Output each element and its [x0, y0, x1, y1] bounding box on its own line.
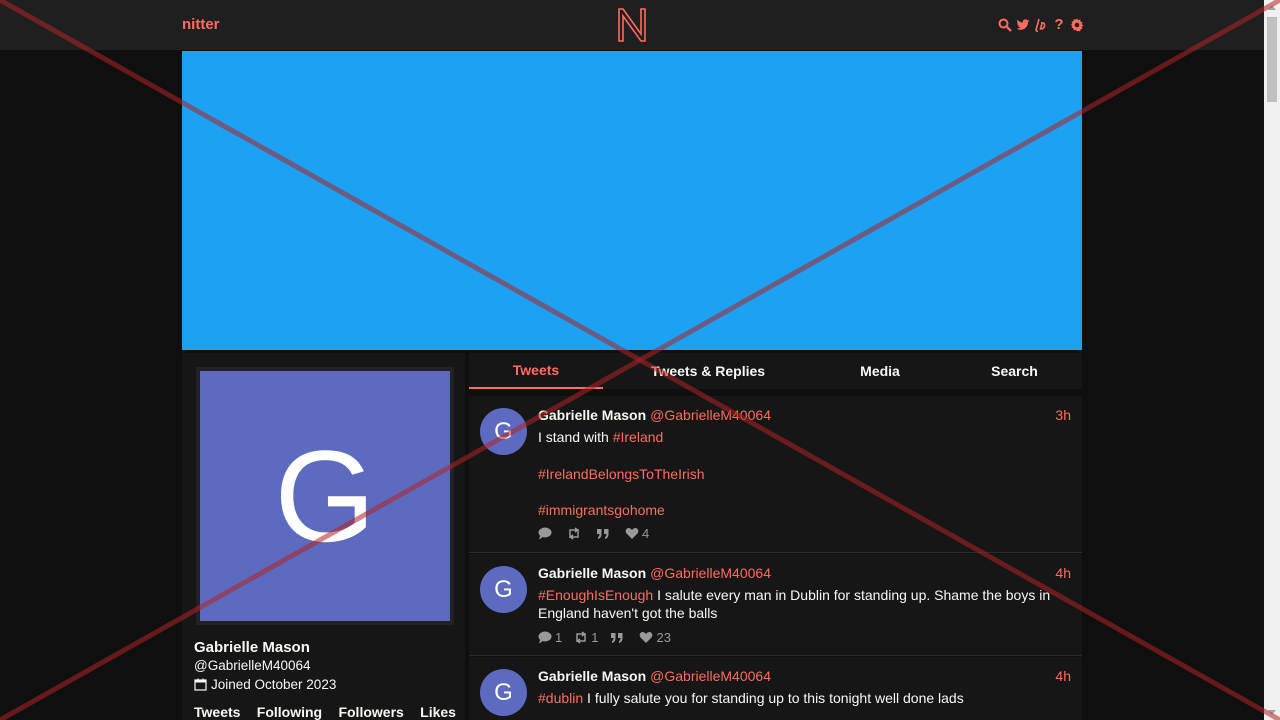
reply-stat[interactable]	[538, 527, 555, 540]
tweet-header: Gabrielle Mason @GabrielleM40064	[538, 668, 771, 684]
tweet-avatar[interactable]: G	[480, 669, 527, 716]
tweet-text: I fully salute you for standing up to th…	[583, 690, 964, 706]
scroll-down-arrow[interactable]	[1268, 710, 1276, 715]
tweet-avatar[interactable]: G	[480, 566, 527, 613]
tweet-body: #dublin I fully salute you for standing …	[538, 689, 1068, 707]
tweet-header: Gabrielle Mason @GabrielleM40064	[538, 565, 771, 581]
stat-tweets[interactable]: Tweets	[194, 704, 240, 720]
tweet-body: I stand with #Ireland #IrelandBelongsToT…	[538, 428, 1068, 519]
heart-icon	[640, 632, 653, 643]
profile-card: G Gabrielle Mason @GabrielleM40064 Joine…	[182, 353, 465, 720]
tab-search[interactable]: Search	[947, 353, 1082, 389]
tweet-author-handle[interactable]: @GabrielleM40064	[650, 407, 771, 423]
retweet-icon	[576, 631, 586, 644]
tweet-author-name[interactable]: Gabrielle Mason	[538, 407, 646, 423]
tweet-time[interactable]: 4h	[1055, 565, 1071, 581]
tweet-time[interactable]: 4h	[1055, 668, 1071, 684]
tweet-author-handle[interactable]: @GabrielleM40064	[650, 668, 771, 684]
profile-name[interactable]: Gabrielle Mason	[194, 639, 310, 656]
tweet-author-handle[interactable]: @GabrielleM40064	[650, 565, 771, 581]
tab-tweets-replies[interactable]: Tweets & Replies	[603, 353, 813, 389]
search-icon[interactable]	[998, 16, 1012, 34]
tweet-header: Gabrielle Mason @GabrielleM40064	[538, 407, 771, 423]
scrollbar-thumb[interactable]	[1267, 17, 1277, 102]
tweet-item[interactable]: G Gabrielle Mason @GabrielleM40064 3h I s…	[469, 396, 1082, 553]
heart-icon	[625, 528, 639, 539]
navbar: nitter ?	[0, 0, 1264, 50]
quote-icon	[597, 529, 609, 539]
profile-avatar[interactable]: G	[196, 367, 454, 625]
like-stat[interactable]: 4	[625, 526, 649, 541]
quote-icon	[611, 633, 623, 643]
help-icon[interactable]: ?	[1052, 16, 1066, 34]
stat-followers[interactable]: Followers	[338, 704, 403, 720]
quote-stat[interactable]	[596, 527, 613, 540]
tweet-avatar[interactable]: G	[480, 408, 527, 455]
tweet-author-name[interactable]: Gabrielle Mason	[538, 565, 646, 581]
profile-banner[interactable]	[182, 51, 1082, 350]
scroll-up-arrow[interactable]	[1268, 5, 1276, 10]
hashtag-link[interactable]: #EnoughIsEnough	[538, 587, 653, 603]
tweet-item[interactable]: G Gabrielle Mason @GabrielleM40064 4h #du…	[469, 657, 1082, 720]
quote-stat[interactable]	[610, 631, 627, 644]
stat-likes[interactable]: Likes	[420, 704, 456, 720]
profile-handle[interactable]: @GabrielleM40064	[194, 658, 311, 673]
gear-icon[interactable]	[1070, 16, 1084, 34]
comment-icon	[538, 631, 552, 644]
profile-stats: Tweets Following Followers Likes	[194, 704, 456, 720]
tweet-item[interactable]: G Gabrielle Mason @GabrielleM40064 4h #En…	[469, 554, 1082, 656]
hashtag-link[interactable]: #dublin	[538, 690, 583, 706]
liberapay-icon[interactable]	[1034, 16, 1048, 34]
retweet-stat[interactable]	[567, 527, 584, 540]
tweet-time[interactable]: 3h	[1055, 407, 1071, 423]
page-scrollbar[interactable]	[1264, 0, 1280, 720]
retweet-stat[interactable]: 1	[574, 630, 598, 645]
hashtag-link[interactable]: #IrelandBelongsToTheIrish	[538, 466, 705, 482]
nitter-logo[interactable]	[616, 8, 648, 42]
tweet-body: #EnoughIsEnough I salute every man in Du…	[538, 586, 1068, 622]
reply-stat[interactable]: 1	[538, 630, 562, 645]
tab-media[interactable]: Media	[813, 353, 947, 389]
hashtag-link[interactable]: #Ireland	[613, 429, 664, 445]
tweet-stats: 1 1 23	[538, 630, 671, 645]
brand-link[interactable]: nitter	[182, 16, 220, 33]
calendar-icon	[194, 678, 207, 691]
tab-tweets[interactable]: Tweets	[469, 353, 603, 389]
like-stat[interactable]: 23	[639, 630, 671, 645]
nav-icons: ?	[998, 16, 1084, 34]
comment-icon	[538, 527, 552, 540]
tweet-stats: 4	[538, 526, 649, 541]
retweet-icon	[569, 527, 579, 540]
hashtag-link[interactable]: #immigrantsgohome	[538, 502, 665, 518]
twitter-bird-icon[interactable]	[1016, 16, 1030, 34]
joined-date: Joined October 2023	[211, 677, 337, 692]
timeline-tabs: Tweets Tweets & Replies Media Search	[469, 353, 1082, 389]
stat-following[interactable]: Following	[257, 704, 322, 720]
tweet-author-name[interactable]: Gabrielle Mason	[538, 668, 646, 684]
profile-joined: Joined October 2023	[194, 677, 336, 692]
tweet-text: I stand with	[538, 429, 613, 445]
